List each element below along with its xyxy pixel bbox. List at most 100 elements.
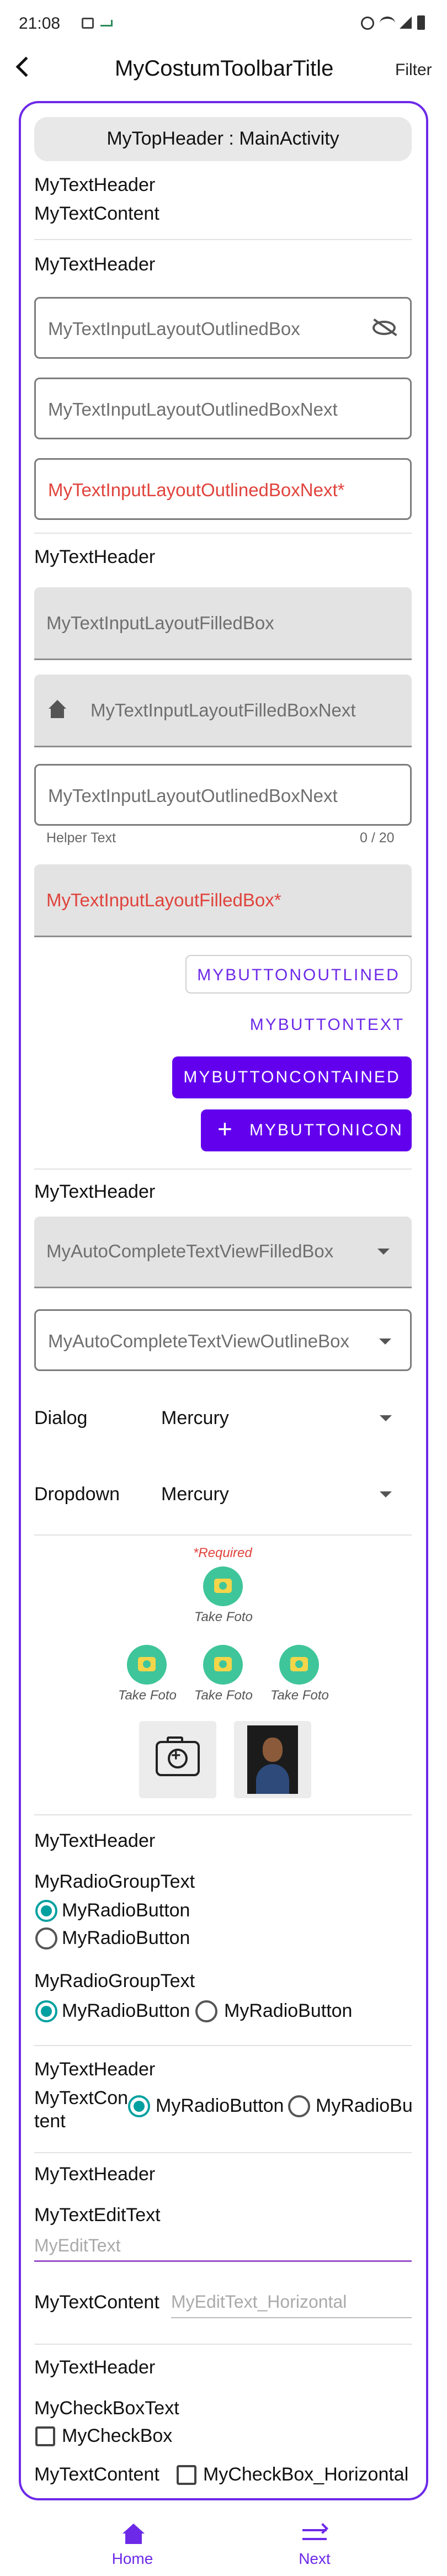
section4-header: MyTextHeader [34, 1181, 156, 1202]
person-photo [247, 1725, 298, 1794]
radio-button-selected[interactable] [35, 2000, 57, 2022]
camera-icon[interactable] [203, 1566, 243, 1606]
top-header-text: MyTopHeader : MainActivity [107, 128, 339, 149]
nav-home[interactable]: Home [88, 2519, 177, 2572]
outlined-field-next-label: MyTextInputLayoutOutlinedBoxNext [48, 399, 338, 419]
button-outlined[interactable]: MYBUTTONOUTLINED [185, 955, 412, 994]
outlined-field-next[interactable]: MyTextInputLayoutOutlinedBoxNext [34, 378, 412, 439]
autocomplete-filled[interactable]: MyAutoCompleteTextViewFilledBox [34, 1217, 412, 1288]
gallery-notification-icon [82, 18, 94, 29]
divider [34, 533, 412, 534]
radio2-label: MyTextCon tent [34, 2088, 129, 2132]
outlined-password-field[interactable]: MyTextInputLayoutOutlinedBox [34, 297, 412, 359]
autocomplete-outline-label: MyAutoCompleteTextViewOutlineBox [48, 1331, 349, 1351]
nav-next-label: Next [299, 2550, 331, 2567]
section1-content: MyTextContent [34, 203, 159, 224]
filled-field[interactable]: MyTextInputLayoutFilledBox [34, 587, 412, 660]
signal-icon [400, 17, 412, 29]
section1-header: MyTextHeader [34, 174, 156, 195]
dialog-value: Mercury [161, 1407, 229, 1428]
filter-action[interactable]: Filter [395, 61, 432, 79]
edit-text-horizontal-placeholder: MyEditText_Horizontal [171, 2292, 347, 2312]
dropdown-arrow-icon [380, 1491, 392, 1497]
dialog-label: Dialog [34, 1407, 88, 1428]
radio-label: MyRadioButton [62, 2000, 190, 2021]
dropdown-arrow-icon [379, 1339, 391, 1345]
filled-field-next-label: MyTextInputLayoutFilledBoxNext [91, 700, 356, 720]
take-foto-caption: Take Foto [118, 1688, 177, 1703]
dropdown-value: Mercury [161, 1484, 229, 1505]
radio-group-text: MyRadioGroupText [34, 1871, 195, 1892]
dropdown-spinner[interactable]: Mercury [160, 1473, 412, 1517]
take-foto-caption: Take Foto [270, 1688, 329, 1703]
edit-content-label: MyTextContent [34, 2292, 159, 2313]
divider [34, 2152, 412, 2153]
radio-label: MyRadioButton [224, 2000, 353, 2021]
wifi-icon [380, 17, 395, 30]
divider [34, 2045, 412, 2046]
section2-header: MyTextHeader [34, 254, 156, 275]
filled-field-required-label: MyTextInputLayoutFilledBox* [46, 890, 281, 910]
checkbox[interactable] [35, 2426, 55, 2446]
filled-field-label: MyTextInputLayoutFilledBox [46, 613, 274, 633]
button-text[interactable]: MYBUTTONTEXT [243, 1006, 412, 1044]
autocomplete-filled-label: MyAutoCompleteTextViewFilledBox [46, 1241, 334, 1261]
radio-label: MyRadioBu [316, 2095, 413, 2116]
toolbar: MyCostumToolbarTitle Filter [0, 50, 447, 94]
dialog-spinner[interactable]: Mercury [160, 1396, 412, 1441]
app-screen: 21:08 MyCostumToolbarTitle Filter MyTopH… [0, 0, 447, 2576]
edit-label: MyTextEditText [34, 2205, 161, 2226]
dropdown-arrow-icon [377, 1249, 390, 1255]
filled-field-next[interactable]: MyTextInputLayoutFilledBoxNext [34, 674, 412, 747]
radio-button-selected[interactable] [128, 2095, 150, 2117]
take-foto-caption: Take Foto [194, 1688, 253, 1703]
edit-text-horizontal[interactable]: MyEditText_Horizontal [171, 2283, 412, 2318]
radio-button-selected[interactable] [35, 1900, 57, 1922]
radio-label: MyRadioButton [156, 2095, 284, 2116]
filled-field-required[interactable]: MyTextInputLayoutFilledBox* [34, 864, 412, 937]
outlined-field-counter[interactable]: MyTextInputLayoutOutlinedBoxNext [34, 764, 412, 826]
dropdown-label: Dropdown [34, 1484, 120, 1505]
checkbox-horizontal[interactable] [177, 2465, 196, 2485]
nav-next[interactable]: Next [270, 2519, 359, 2572]
button-contained[interactable]: MYBUTTONCONTAINED [172, 1056, 412, 1098]
nav-home-label: Home [111, 2550, 153, 2567]
radio2-header: MyTextHeader [34, 2059, 156, 2080]
check-header: MyTextHeader [34, 2357, 156, 2378]
divider [34, 1534, 412, 1536]
camera-icon[interactable] [279, 1645, 319, 1685]
outlined-field-label: MyTextInputLayoutOutlinedBox [48, 318, 300, 339]
top-header: MyTopHeader : MainActivity [34, 117, 412, 161]
check-label: MyCheckBoxText [34, 2398, 179, 2419]
edit-text-placeholder: MyEditText [34, 2235, 121, 2255]
checkbox-label: MyCheckBox [62, 2425, 173, 2446]
section3-header: MyTextHeader [34, 546, 156, 567]
dropdown-arrow-icon [380, 1415, 392, 1421]
back-arrow-icon[interactable] [15, 56, 36, 77]
edit-text-field[interactable]: MyEditText [34, 2228, 412, 2262]
divider [34, 2344, 412, 2345]
camera-icon[interactable] [127, 1645, 167, 1685]
button-icon[interactable]: + MYBUTTONICON [201, 1109, 412, 1151]
required-label: *Required [193, 1545, 252, 1560]
radio-group-text: MyRadioGroupText [34, 1970, 195, 1991]
take-foto-caption: Take Foto [194, 1610, 253, 1624]
photo-thumbnail[interactable] [234, 1721, 311, 1798]
network-notification-icon [100, 20, 113, 26]
outlined-field-required[interactable]: MyTextInputLayoutOutlinedBoxNext* [34, 458, 412, 520]
radio-label: MyRadioButton [62, 1927, 190, 1948]
radio-button[interactable] [195, 2000, 217, 2022]
home-icon [49, 700, 66, 719]
autocomplete-outline[interactable]: MyAutoCompleteTextViewOutlineBox [34, 1309, 412, 1371]
toolbar-title: MyCostumToolbarTitle [115, 56, 334, 81]
camera-icon[interactable] [203, 1645, 243, 1685]
check-content-label: MyTextContent [34, 2464, 159, 2485]
radio-button[interactable] [288, 2095, 310, 2117]
battery-icon [417, 15, 425, 30]
home-nav-icon [123, 2524, 145, 2533]
radio1-header: MyTextHeader [34, 1830, 156, 1851]
edit-header: MyTextHeader [34, 2164, 156, 2185]
add-photo-button[interactable]: + [139, 1721, 216, 1798]
status-time: 21:08 [19, 14, 61, 33]
radio-button[interactable] [35, 1927, 57, 1950]
